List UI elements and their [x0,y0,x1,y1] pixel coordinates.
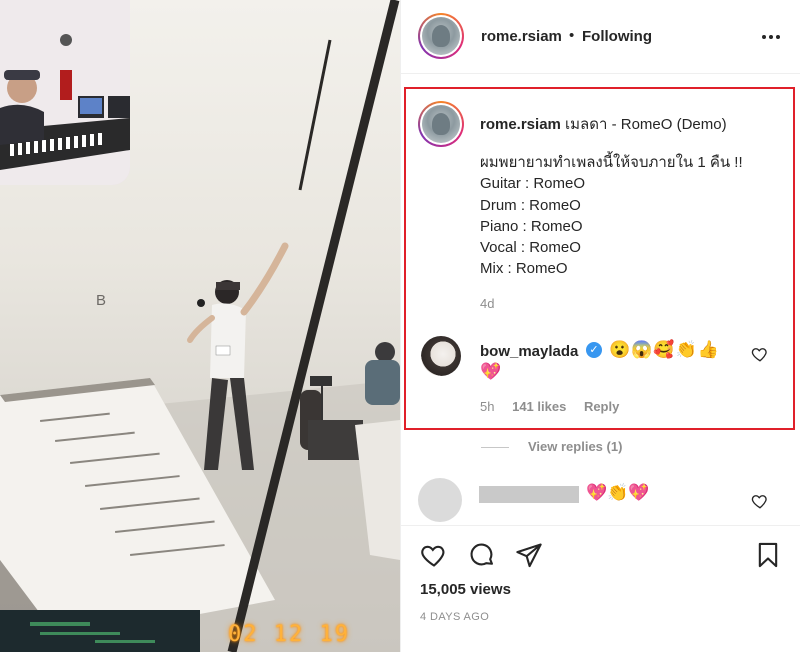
redacted-username [479,486,579,503]
comment-meta: 5h 141 likes Reply [480,399,633,414]
post-date[interactable]: 4 DAYS AGO [420,611,489,623]
view-count[interactable]: 15,005 views [420,581,511,598]
post-video[interactable]: B 02 12 19 [0,0,400,652]
save-bookmark-icon[interactable] [754,541,782,569]
comment-likes[interactable]: 141 likes [512,399,566,414]
caption-username[interactable]: rome.rsiam [480,116,561,133]
comment-text: 😮😱🥰👏👍 [609,340,720,359]
video-date-stamp: 02 12 19 [228,622,350,647]
commenter2-avatar[interactable] [418,478,462,522]
like-comment-heart-icon[interactable] [751,345,769,363]
action-bar [401,525,800,585]
commenter-username[interactable]: bow_maylada [480,343,578,360]
inset-studio-clip [0,0,130,185]
comment-timestamp[interactable]: 5h [480,399,494,414]
like-comment2-heart-icon[interactable] [751,492,769,510]
like-heart-icon[interactable] [420,541,448,569]
following-button[interactable]: Following [582,28,652,45]
caption-timestamp[interactable]: 4d [480,296,494,311]
caption-header: rome.rsiam เมลดา - RomeO (Demo) [480,112,727,136]
commenter-avatar[interactable] [421,336,461,376]
caption-body: ผมพยายามทำเพลงนี้ให้จบภายใน 1 คืน !! Gui… [480,154,743,278]
author-avatar[interactable] [418,13,464,59]
caption-title: เมลดา - RomeO (Demo) [565,116,727,133]
reply-button[interactable]: Reply [584,399,619,414]
author-username[interactable]: rome.rsiam [481,28,562,45]
comment-bubble-icon[interactable] [468,541,496,569]
post-header: rome.rsiam • Following [401,0,800,74]
replies-divider [481,447,509,448]
view-replies-button[interactable]: View replies (1) [528,439,622,454]
post-side-panel: rome.rsiam • Following rome.rsiam เมลดา … [400,0,800,652]
comment2-text: 💖👏💖 [586,483,650,502]
caption-author-avatar[interactable] [418,101,464,147]
verified-badge-icon: ✓ [586,342,602,358]
share-paper-plane-icon[interactable] [515,541,543,569]
separator-dot: • [569,27,575,44]
background-sign-letter: B [96,292,107,309]
comment-text-line2: 💖 [480,362,502,381]
more-options-icon[interactable] [761,27,781,47]
